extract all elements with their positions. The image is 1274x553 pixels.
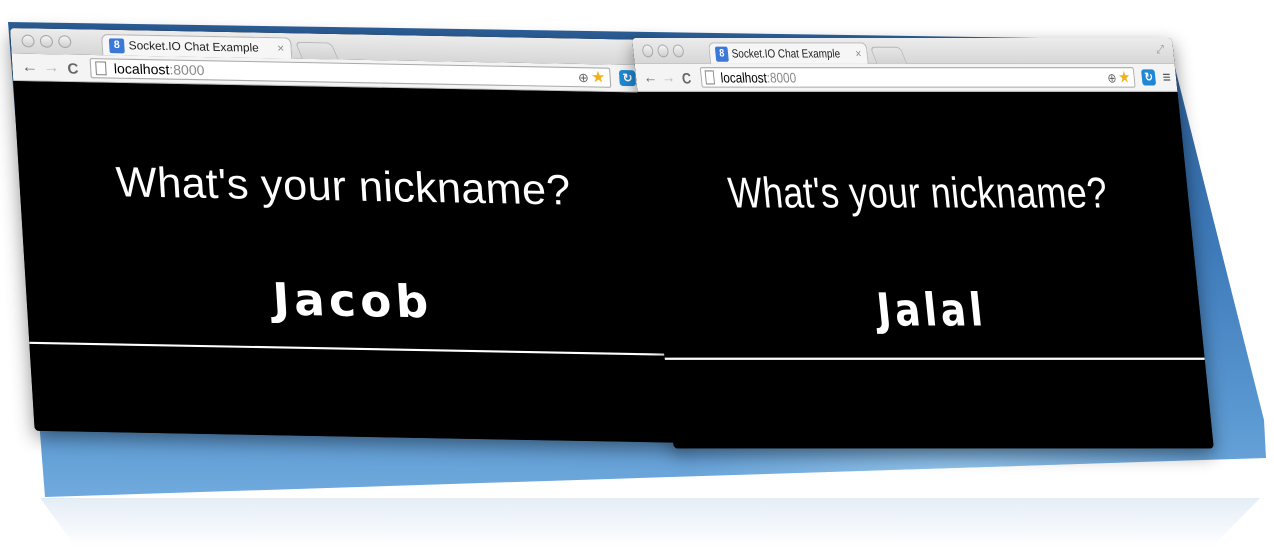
minimize-window-button[interactable]	[656, 44, 670, 58]
zoom-icon[interactable]: ⊕	[578, 70, 590, 85]
tab-title: Socket.IO Chat Example	[128, 39, 260, 55]
nickname-input[interactable]	[657, 284, 1206, 334]
forward-button[interactable]: →	[40, 58, 63, 76]
browser-window-right: 8 Socket.IO Chat Example × ⤢ ← → C local…	[632, 38, 1214, 449]
window-controls	[641, 44, 685, 58]
window-controls	[21, 34, 72, 49]
url-port: :8000	[765, 69, 797, 86]
new-tab-button[interactable]	[294, 41, 339, 60]
back-button[interactable]: ←	[18, 58, 41, 76]
nickname-underline	[664, 357, 1205, 360]
browser-toolbar: ← → C localhost :8000 ⊕ ★ ↻ ≡	[634, 63, 1178, 92]
close-window-button[interactable]	[641, 44, 654, 58]
extension-icon[interactable]: ↻	[1141, 69, 1157, 86]
bookmark-star-icon[interactable]: ★	[590, 68, 606, 86]
new-tab-button[interactable]	[869, 46, 908, 64]
back-button[interactable]: ←	[640, 68, 660, 86]
url-host: localhost	[719, 69, 768, 86]
minimize-window-button[interactable]	[39, 34, 54, 48]
nickname-underline	[29, 341, 678, 356]
bookmark-star-icon[interactable]: ★	[1117, 68, 1131, 86]
page-content: What's your nickname?	[637, 92, 1214, 449]
address-bar[interactable]: localhost :8000 ⊕ ★	[699, 67, 1136, 88]
forward-button[interactable]: →	[658, 68, 678, 86]
url-port: :8000	[168, 61, 205, 79]
tab-close-icon[interactable]: ×	[277, 42, 285, 55]
url-host: localhost	[113, 60, 170, 78]
page-icon	[95, 61, 107, 76]
reload-button[interactable]: C	[677, 69, 697, 86]
tab-strip: 8 Socket.IO Chat Example × ⤢	[632, 38, 1175, 64]
nickname-question: What's your nickname?	[726, 169, 1110, 218]
page-icon	[704, 70, 716, 85]
nickname-input[interactable]	[24, 269, 681, 331]
zoom-window-button[interactable]	[672, 44, 685, 58]
close-window-button[interactable]	[21, 34, 35, 48]
menu-icon[interactable]: ≡	[1162, 68, 1172, 86]
extension-icon[interactable]: ↻	[619, 69, 637, 87]
nickname-question: What's your nickname?	[114, 159, 573, 215]
browser-window-left: 8 Socket.IO Chat Example × ⤢ ← → C local…	[10, 28, 683, 443]
reload-button[interactable]: C	[62, 59, 85, 76]
google-favicon-icon: 8	[108, 37, 125, 53]
fullscreen-icon[interactable]: ⤢	[1156, 43, 1165, 57]
page-content: What's your nickname?	[13, 81, 683, 443]
desktop-reflection	[40, 498, 1260, 548]
browser-tab[interactable]: 8 Socket.IO Chat Example ×	[708, 42, 869, 64]
google-favicon-icon: 8	[714, 46, 729, 62]
zoom-icon[interactable]: ⊕	[1107, 70, 1118, 85]
zoom-window-button[interactable]	[57, 35, 72, 49]
tab-close-icon[interactable]: ×	[855, 47, 862, 60]
tab-title: Socket.IO Chat Example	[731, 47, 841, 61]
